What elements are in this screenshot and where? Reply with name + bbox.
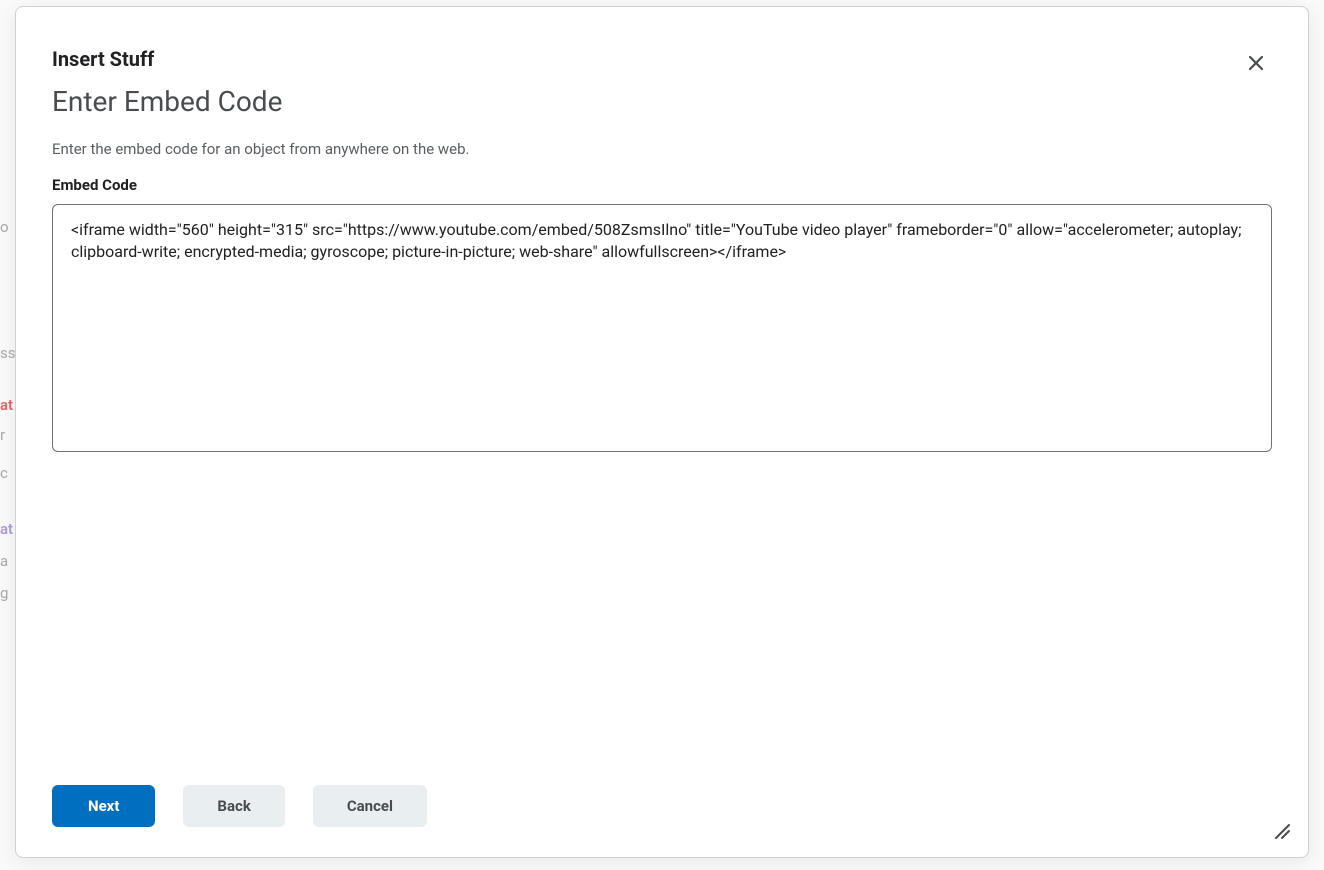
modal-body: Enter the embed code for an object from … xyxy=(52,140,1272,765)
close-icon xyxy=(1248,55,1264,71)
insert-stuff-modal: Insert Stuff Enter Embed Code Enter the … xyxy=(15,6,1309,858)
description-text: Enter the embed code for an object from … xyxy=(52,140,1272,158)
bg-fragment: a xyxy=(0,552,8,570)
bg-fragment: at xyxy=(0,520,13,538)
modal-footer: Next Back Cancel xyxy=(52,765,1272,827)
modal-breadcrumb-title: Insert Stuff xyxy=(52,47,1272,71)
modal-header: Insert Stuff Enter Embed Code xyxy=(52,47,1272,140)
modal-title: Enter Embed Code xyxy=(52,85,1272,118)
bg-fragment: ss xyxy=(0,344,15,362)
resize-handle[interactable] xyxy=(1272,821,1290,839)
next-button[interactable]: Next xyxy=(52,785,155,827)
bg-fragment: r xyxy=(0,426,5,444)
bg-fragment: c xyxy=(0,464,8,482)
resize-icon xyxy=(1272,821,1290,839)
cancel-button[interactable]: Cancel xyxy=(313,785,427,827)
bg-fragment: at xyxy=(0,396,13,414)
bg-fragment: o xyxy=(0,218,9,236)
close-button[interactable] xyxy=(1238,45,1274,81)
bg-fragment: g xyxy=(0,584,8,602)
embed-code-textarea[interactable] xyxy=(52,204,1272,452)
embed-code-label: Embed Code xyxy=(52,176,1272,194)
back-button[interactable]: Back xyxy=(183,785,284,827)
